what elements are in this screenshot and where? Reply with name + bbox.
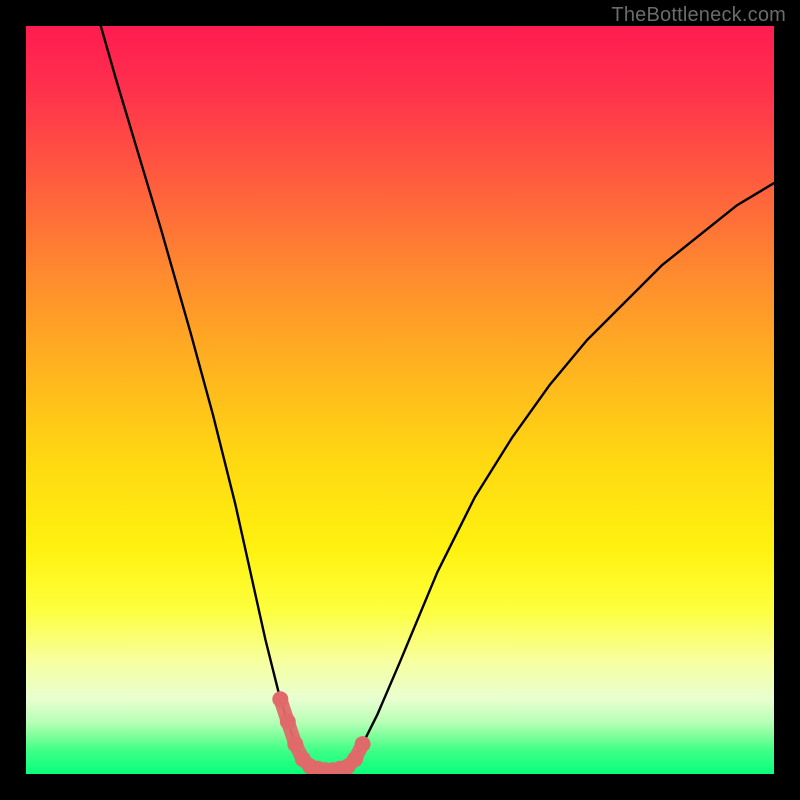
- plot-area: [26, 26, 774, 774]
- bottleneck-curve: [101, 26, 774, 770]
- selected-range-dot: [347, 751, 363, 767]
- selected-range-dot: [287, 736, 303, 752]
- selected-range-dot: [272, 691, 288, 707]
- selected-range-dot: [355, 736, 371, 752]
- chart-svg: [26, 26, 774, 774]
- chart-frame: TheBottleneck.com: [0, 0, 800, 800]
- selected-range-dot: [280, 714, 296, 730]
- watermark-text: TheBottleneck.com: [611, 4, 786, 27]
